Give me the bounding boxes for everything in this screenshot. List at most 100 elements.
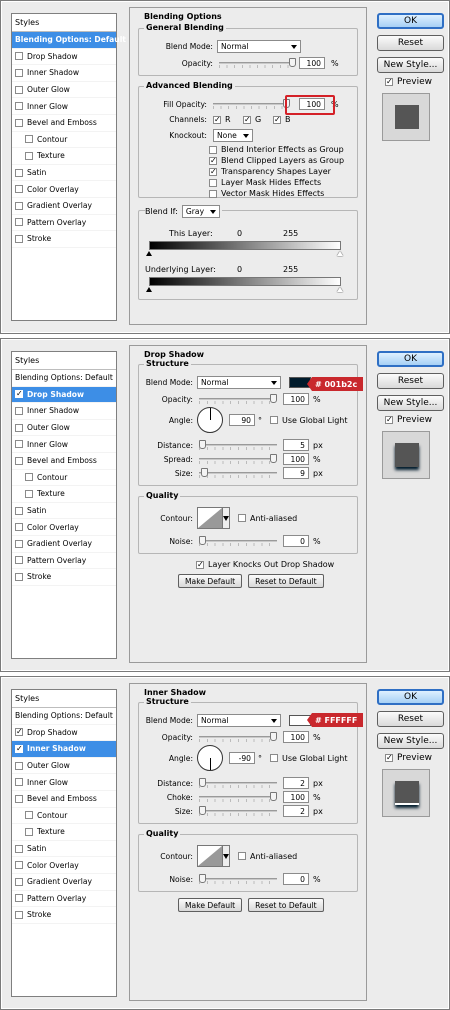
anti-aliased-checkbox[interactable] xyxy=(238,852,246,860)
style-item[interactable]: Bevel and Emboss xyxy=(12,453,116,470)
anti-aliased-checkbox[interactable] xyxy=(238,514,246,522)
style-checkbox[interactable] xyxy=(15,456,23,465)
ok-button[interactable]: OK xyxy=(377,689,444,705)
style-item[interactable]: Drop Shadow xyxy=(12,386,116,404)
style-checkbox[interactable] xyxy=(15,794,23,803)
style-checkbox[interactable] xyxy=(15,52,23,61)
style-item[interactable]: Stroke xyxy=(12,569,116,586)
style-checkbox[interactable] xyxy=(15,523,23,532)
distance-slider[interactable] xyxy=(199,440,277,450)
make-default-button[interactable]: Make Default xyxy=(178,574,243,588)
slider-thumb[interactable] xyxy=(199,440,206,449)
style-checkbox[interactable] xyxy=(25,135,33,144)
style-checkbox[interactable] xyxy=(15,761,23,770)
spread-input[interactable]: 100 xyxy=(283,453,309,465)
style-checkbox[interactable] xyxy=(15,506,23,515)
style-checkbox[interactable] xyxy=(25,489,33,498)
style-checkbox[interactable] xyxy=(15,118,23,127)
global-light-checkbox[interactable] xyxy=(270,754,278,762)
style-checkbox[interactable] xyxy=(25,827,33,836)
style-checkbox[interactable] xyxy=(25,473,33,482)
style-checkbox[interactable] xyxy=(15,910,23,919)
contour-picker[interactable] xyxy=(223,507,230,529)
advanced-option-checkbox[interactable] xyxy=(209,178,217,187)
knockout-select[interactable]: None xyxy=(213,129,253,142)
reset-button[interactable]: Reset xyxy=(377,373,444,389)
style-checkbox[interactable] xyxy=(15,185,23,194)
distance-input[interactable]: 2 xyxy=(283,777,309,789)
distance-slider[interactable] xyxy=(199,778,277,788)
style-item[interactable]: Bevel and Emboss xyxy=(12,115,116,132)
reset-button[interactable]: Reset xyxy=(377,711,444,727)
style-checkbox[interactable] xyxy=(15,728,23,737)
style-item[interactable]: Inner Shadow xyxy=(12,403,116,420)
layer-knocks-out-checkbox[interactable] xyxy=(196,560,204,569)
style-item[interactable]: Outer Glow xyxy=(12,758,116,775)
style-item[interactable]: Inner Shadow xyxy=(12,65,116,82)
angle-input[interactable]: 90 xyxy=(229,414,255,426)
style-item[interactable]: Stroke xyxy=(12,231,116,248)
style-checkbox[interactable] xyxy=(15,744,23,753)
slider-thumb[interactable] xyxy=(199,874,206,883)
opacity-input[interactable]: 100 xyxy=(283,731,309,743)
angle-dial[interactable] xyxy=(197,745,223,771)
style-item[interactable]: Color Overlay xyxy=(12,181,116,198)
choke-slider[interactable] xyxy=(199,792,277,802)
slider-thumb[interactable] xyxy=(289,58,296,67)
advanced-option-checkbox[interactable] xyxy=(209,167,217,176)
slider-thumb[interactable] xyxy=(199,806,206,815)
style-checkbox[interactable] xyxy=(15,234,23,243)
style-item[interactable]: Pattern Overlay xyxy=(12,891,116,908)
reset-to-default-button[interactable]: Reset to Default xyxy=(248,898,324,912)
size-slider[interactable] xyxy=(199,468,277,478)
style-item[interactable]: Contour xyxy=(12,808,116,825)
blend-mode-select[interactable]: Normal xyxy=(197,714,281,727)
opacity-slider[interactable] xyxy=(199,732,277,742)
style-checkbox[interactable] xyxy=(15,539,23,548)
size-input[interactable]: 2 xyxy=(283,805,309,817)
style-checkbox[interactable] xyxy=(15,556,23,565)
style-item[interactable]: Inner Shadow xyxy=(12,741,116,758)
style-item[interactable]: Gradient Overlay xyxy=(12,536,116,553)
style-checkbox[interactable] xyxy=(15,68,23,77)
slider-thumb[interactable] xyxy=(199,536,206,545)
slider-thumb[interactable] xyxy=(270,454,277,463)
opacity-input[interactable]: 100 xyxy=(283,393,309,405)
style-checkbox[interactable] xyxy=(15,168,23,177)
style-item[interactable]: Satin xyxy=(12,503,116,520)
opacity-slider[interactable] xyxy=(219,58,296,68)
slider-thumb[interactable] xyxy=(201,468,208,477)
noise-input[interactable]: 0 xyxy=(283,535,309,547)
style-item[interactable]: Blending Options: Default xyxy=(12,32,126,49)
slider-thumb[interactable] xyxy=(270,732,277,741)
style-checkbox[interactable] xyxy=(15,85,23,94)
style-item[interactable]: Pattern Overlay xyxy=(12,215,116,232)
style-item[interactable]: Blending Options: Default xyxy=(12,370,116,387)
channel-r-checkbox[interactable] xyxy=(213,115,221,124)
preview-checkbox[interactable] xyxy=(385,754,393,762)
style-checkbox[interactable] xyxy=(15,877,23,886)
slider-thumb[interactable] xyxy=(199,778,206,787)
style-item[interactable]: Blending Options: Default xyxy=(12,708,116,725)
style-item[interactable]: Gradient Overlay xyxy=(12,198,116,215)
new-style-button[interactable]: New Style... xyxy=(377,57,444,73)
opacity-slider[interactable] xyxy=(199,394,277,404)
style-item[interactable]: Drop Shadow xyxy=(12,49,116,66)
advanced-option-checkbox[interactable] xyxy=(209,145,217,154)
style-item[interactable]: Satin xyxy=(12,841,116,858)
style-checkbox[interactable] xyxy=(15,861,23,870)
style-item[interactable]: Contour xyxy=(12,132,116,149)
style-item[interactable]: Outer Glow xyxy=(12,82,116,99)
slider-thumb[interactable] xyxy=(270,394,277,403)
style-item[interactable]: Inner Glow xyxy=(12,774,116,791)
noise-slider[interactable] xyxy=(199,874,277,884)
blend-mode-select[interactable]: Normal xyxy=(217,40,301,53)
size-slider[interactable] xyxy=(199,806,277,816)
style-checkbox[interactable] xyxy=(15,572,23,581)
style-item[interactable]: Texture xyxy=(12,824,116,841)
style-checkbox[interactable] xyxy=(15,423,23,432)
make-default-button[interactable]: Make Default xyxy=(178,898,243,912)
reset-to-default-button[interactable]: Reset to Default xyxy=(248,574,324,588)
style-checkbox[interactable] xyxy=(15,201,23,210)
style-item[interactable]: Satin xyxy=(12,165,116,182)
